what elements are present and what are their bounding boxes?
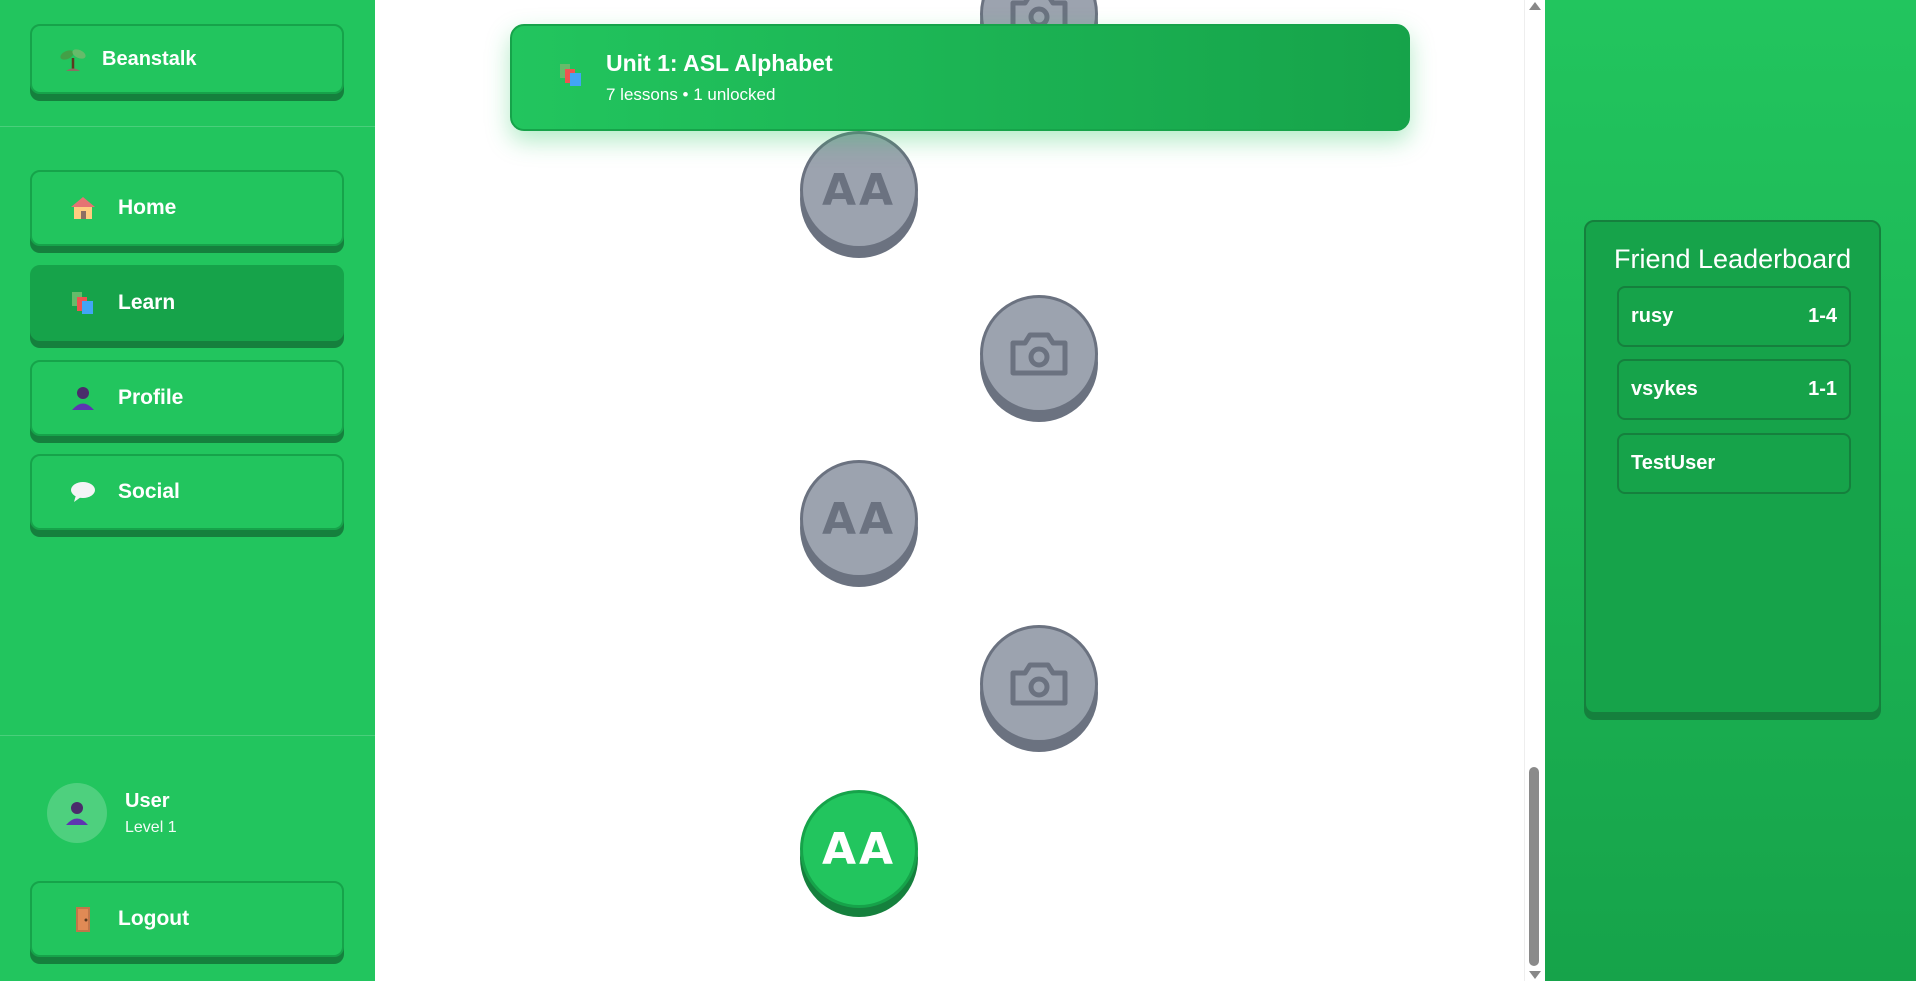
nav-home-label: Home: [118, 196, 177, 219]
user-card: User Level 1: [47, 783, 177, 843]
leaderboard-score: 1-4: [1808, 305, 1837, 327]
sidebar-divider: [0, 126, 375, 127]
camera-icon: [1010, 662, 1068, 706]
sidebar-divider: [0, 735, 375, 736]
books-icon: [556, 60, 586, 95]
leaderboard-row[interactable]: TestUser: [1617, 433, 1851, 494]
nav-learn[interactable]: Learn: [30, 265, 344, 341]
right-panel: Friend Leaderboard rusy 1-4 vsykes 1-1 T…: [1545, 0, 1916, 981]
leaderboard-name: TestUser: [1631, 452, 1716, 474]
unit-banner[interactable]: Unit 1: ASL Alphabet 7 lessons • 1 unloc…: [510, 24, 1410, 131]
leaderboard-row[interactable]: vsykes 1-1: [1617, 359, 1851, 420]
scrollbar-thumb[interactable]: [1529, 767, 1539, 966]
leaderboard-title: Friend Leaderboard: [1614, 244, 1852, 274]
nav-profile-label: Profile: [118, 386, 184, 409]
person-icon: [68, 383, 98, 413]
unit-subtitle: 7 lessons • 1 unlocked: [606, 85, 776, 104]
nav-home[interactable]: Home: [30, 170, 344, 246]
user-name: User: [125, 789, 170, 812]
door-icon: [68, 904, 98, 934]
user-level: Level 1: [125, 818, 177, 836]
scrollbar[interactable]: [1524, 0, 1545, 981]
leaderboard-row[interactable]: rusy 1-4: [1617, 286, 1851, 347]
lesson-node-camera[interactable]: [980, 295, 1098, 413]
unit-title: Unit 1: ASL Alphabet: [606, 50, 833, 76]
sidebar: Beanstalk Home Learn Profile Social User: [0, 0, 375, 981]
lesson-node-alphabet-unlocked[interactable]: AA: [800, 790, 918, 908]
leaderboard-name: rusy: [1631, 305, 1674, 327]
alphabet-icon: AA: [821, 823, 897, 875]
person-icon: [66, 802, 88, 825]
speech-bubble-icon: [68, 477, 98, 507]
scroll-down-arrow-icon[interactable]: [1529, 971, 1541, 979]
camera-icon: [1010, 332, 1068, 376]
leaderboard-score: 1-1: [1808, 378, 1837, 400]
logout-label: Logout: [118, 907, 190, 930]
lesson-node-alphabet[interactable]: AA: [800, 460, 918, 578]
nav-social[interactable]: Social: [30, 454, 344, 530]
lesson-node-alphabet[interactable]: AA: [800, 131, 918, 249]
brand-label: Beanstalk: [102, 47, 197, 70]
learning-path: Unit 1: ASL Alphabet 7 lessons • 1 unloc…: [375, 0, 1545, 981]
brand-button[interactable]: Beanstalk: [30, 24, 344, 94]
books-icon: [68, 288, 98, 318]
nav-learn-label: Learn: [118, 291, 176, 314]
house-icon: [68, 193, 98, 223]
scroll-up-arrow-icon[interactable]: [1529, 2, 1541, 10]
seedling-icon: [58, 44, 88, 74]
avatar: [47, 783, 107, 843]
nav-social-label: Social: [118, 480, 180, 503]
alphabet-icon: AA: [821, 493, 897, 545]
logout-button[interactable]: Logout: [30, 881, 344, 957]
nav-profile[interactable]: Profile: [30, 360, 344, 436]
friend-leaderboard: Friend Leaderboard rusy 1-4 vsykes 1-1 T…: [1584, 220, 1881, 714]
lesson-node-camera[interactable]: [980, 625, 1098, 743]
leaderboard-name: vsykes: [1631, 378, 1698, 400]
alphabet-icon: AA: [821, 164, 897, 216]
